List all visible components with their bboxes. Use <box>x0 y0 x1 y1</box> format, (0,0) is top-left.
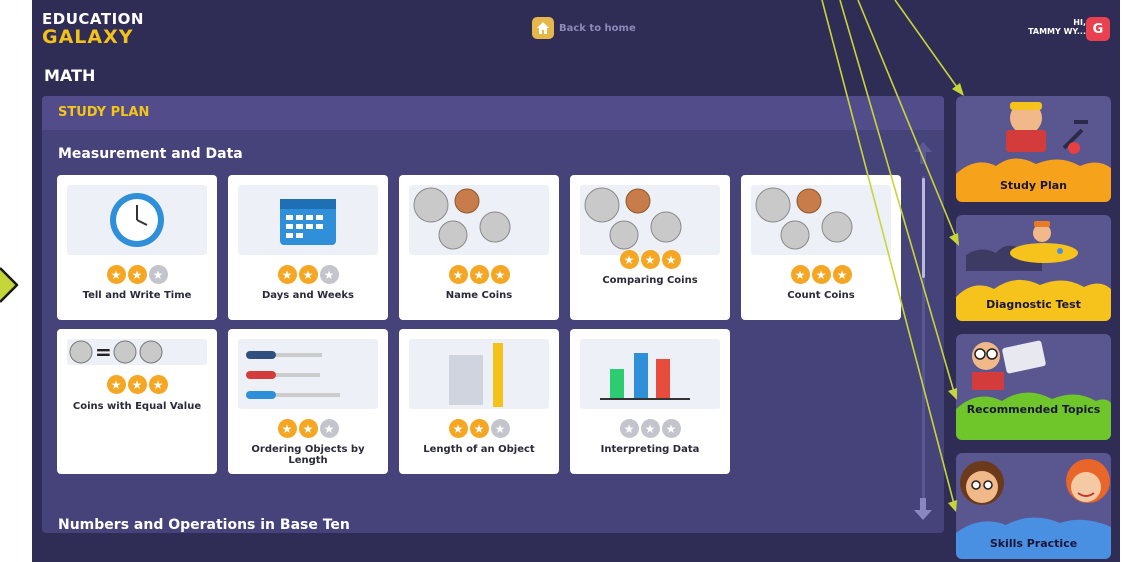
topic-title: Name Coins <box>445 290 513 301</box>
back-to-home-button[interactable]: Back to home <box>532 17 636 39</box>
star-rating: ★ ★ ★ <box>57 375 217 394</box>
star-icon: ★ <box>127 375 147 394</box>
topic-card[interactable]: ★ ★ ★ Length of an Object <box>399 329 559 474</box>
topic-title: Ordering Objects by Length <box>251 444 365 466</box>
ruler-icon <box>409 339 549 409</box>
topic-title: Comparing Coins <box>602 275 698 286</box>
star-icon: ★ <box>298 419 318 438</box>
star-icon: ★ <box>277 265 297 284</box>
star-icon: ★ <box>469 265 489 284</box>
coins-icon <box>409 185 549 255</box>
skills-practice-tile[interactable]: Skills Practice <box>956 453 1111 559</box>
star-icon: ★ <box>661 419 681 438</box>
star-icon: ★ <box>148 375 168 394</box>
star-icon: ★ <box>619 419 639 438</box>
topic-title: Tell and Write Time <box>82 290 192 301</box>
star-icon: ★ <box>319 265 339 284</box>
star-icon: ★ <box>619 250 639 269</box>
home-icon <box>532 17 554 39</box>
star-rating: ★ ★ ★ <box>228 265 388 284</box>
coins-equal-icon: = <box>67 339 207 365</box>
star-icon: ★ <box>106 265 126 284</box>
star-icon: ★ <box>319 419 339 438</box>
topic-card[interactable]: ★ ★ ★ Interpreting Data <box>570 329 730 474</box>
topic-card[interactable]: ★ ★ ★ Ordering Objects by Length <box>228 329 388 474</box>
star-rating: ★ ★ ★ <box>570 250 730 269</box>
education-galaxy-logo[interactable]: EDUCATION GALAXY <box>42 12 144 47</box>
tile-cloud <box>956 517 1111 559</box>
star-rating: ★ ★ ★ <box>399 265 559 284</box>
diagnostic-test-tile[interactable]: Diagnostic Test <box>956 215 1111 321</box>
page-title: MATH <box>44 66 96 85</box>
study-plan-tile[interactable]: Study Plan <box>956 96 1111 202</box>
topic-card[interactable]: ★ ★ ★ Days and Weeks <box>228 175 388 320</box>
topic-title: Count Coins <box>787 290 855 301</box>
star-icon: ★ <box>661 250 681 269</box>
topic-card[interactable]: = ★ ★ ★ Coins with Equal Value <box>57 329 217 474</box>
star-icon: ★ <box>490 265 510 284</box>
star-rating: ★ ★ ★ <box>57 265 217 284</box>
pointer-arrow-icon <box>0 267 19 303</box>
user-greeting: HI, TAMMY WY... <box>1028 18 1086 36</box>
topic-card[interactable]: ★ ★ ★ Name Coins <box>399 175 559 320</box>
star-rating: ★ ★ ★ <box>741 265 901 284</box>
star-icon: ★ <box>448 419 468 438</box>
star-rating: ★ ★ ★ <box>399 419 559 438</box>
user-name: TAMMY WY... <box>1028 27 1086 36</box>
logout-button[interactable]: G <box>1086 17 1110 41</box>
greeting-line: HI, <box>1073 18 1086 27</box>
svg-text:=: = <box>95 340 112 364</box>
star-icon: ★ <box>790 265 810 284</box>
logo-line1: EDUCATION <box>42 10 144 28</box>
screwdrivers-icon <box>238 339 378 409</box>
scroll-down-arrow-icon[interactable] <box>914 498 932 524</box>
topic-title: Days and Weeks <box>261 290 355 301</box>
bar-chart-icon <box>580 339 720 409</box>
star-icon: ★ <box>469 419 489 438</box>
star-icon: ★ <box>832 265 852 284</box>
star-icon: ★ <box>277 419 297 438</box>
group-title: Numbers and Operations in Base Ten <box>58 517 350 533</box>
tile-cloud <box>956 158 1111 202</box>
logo-line2: GALAXY <box>42 26 134 48</box>
power-icon: G <box>1092 21 1104 37</box>
tile-label: Skills Practice <box>989 537 1078 550</box>
back-to-home-label: Back to home <box>559 22 636 34</box>
star-icon: ★ <box>490 419 510 438</box>
clock-icon <box>67 185 207 255</box>
coins-icon <box>751 185 891 255</box>
topic-title: Length of an Object <box>423 444 535 455</box>
topic-title: Coins with Equal Value <box>72 401 202 412</box>
tile-label: Study Plan <box>1000 179 1067 192</box>
star-icon: ★ <box>127 265 147 284</box>
topic-card[interactable]: ★ ★ ★ Tell and Write Time <box>57 175 217 320</box>
star-icon: ★ <box>148 265 168 284</box>
tile-label: Diagnostic Test <box>986 298 1081 311</box>
tile-label: Recommended Topics <box>966 403 1101 416</box>
tile-cloud <box>956 279 1111 321</box>
star-icon: ★ <box>448 265 468 284</box>
star-rating: ★ ★ ★ <box>228 419 388 438</box>
app-window: EDUCATION GALAXY Back to home HI, TAMMY … <box>32 0 1120 562</box>
topic-card[interactable]: ★ ★ ★ Comparing Coins <box>570 175 730 320</box>
star-icon: ★ <box>640 250 660 269</box>
study-plan-panel: STUDY PLAN Measurement and Data ★ ★ ★ Tell … <box>42 96 944 533</box>
star-rating: ★ ★ ★ <box>570 419 730 438</box>
coins-icon <box>580 185 720 255</box>
topic-title: Interpreting Data <box>600 444 700 455</box>
star-icon: ★ <box>811 265 831 284</box>
group-title: Measurement and Data <box>58 146 243 162</box>
scrollbar-thumb[interactable] <box>922 178 925 278</box>
star-icon: ★ <box>106 375 126 394</box>
calendar-icon <box>238 185 378 255</box>
star-icon: ★ <box>298 265 318 284</box>
star-icon: ★ <box>640 419 660 438</box>
study-plan-header: STUDY PLAN <box>42 96 944 130</box>
scroll-up-arrow-icon[interactable] <box>914 142 932 168</box>
recommended-topics-tile[interactable]: Recommended Topics <box>956 334 1111 440</box>
topic-card[interactable]: ★ ★ ★ Count Coins <box>741 175 901 320</box>
